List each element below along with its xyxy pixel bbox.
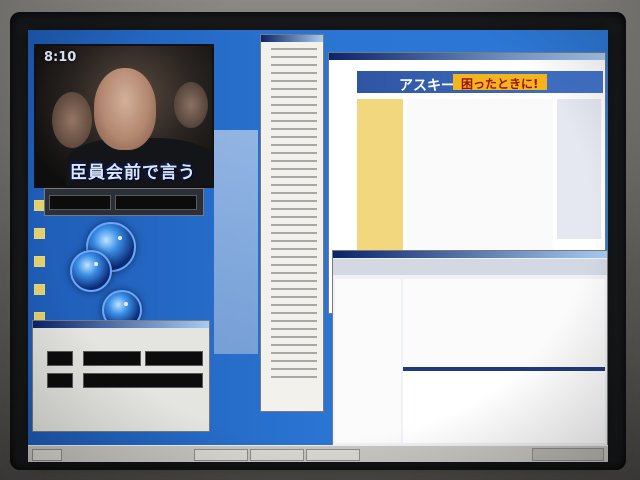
window-title-bar[interactable] [333, 251, 607, 258]
tv-video-window: 8:10 臣員会前で言うのは [34, 44, 214, 188]
audio-player-window[interactable] [44, 188, 204, 216]
faded-window [214, 130, 258, 354]
window-title-bar[interactable] [329, 53, 605, 60]
gauge-needle [124, 302, 128, 306]
gauge-needle [118, 236, 122, 240]
taskbar-item[interactable] [194, 449, 248, 461]
site-brand[interactable]: アスキー [399, 75, 455, 95]
mail-client-window[interactable] [332, 250, 608, 448]
promo-text[interactable]: 困ったときに! [461, 75, 538, 92]
taskbar-item[interactable] [250, 449, 304, 461]
start-button[interactable] [32, 449, 62, 461]
mail-toolbar[interactable] [333, 259, 607, 275]
desktop-icon[interactable] [34, 284, 45, 295]
window-title-bar[interactable] [261, 35, 323, 42]
desktop-icon[interactable] [34, 228, 45, 239]
meter-graph [47, 373, 73, 388]
person-main [94, 68, 156, 150]
gauge-widget[interactable] [70, 250, 112, 292]
system-tray[interactable] [532, 448, 604, 461]
tv-clock: 8:10 [44, 50, 77, 65]
mail-folders[interactable] [335, 279, 401, 443]
person-left [52, 92, 92, 148]
desktop-icon[interactable] [34, 256, 45, 267]
right-column[interactable] [557, 99, 601, 239]
person-right [174, 82, 208, 128]
meter-graph [145, 351, 203, 366]
site-header[interactable]: アスキー 困ったときに! [357, 71, 603, 95]
folder-tree[interactable] [261, 48, 323, 378]
tv-caption: 臣員会前で言うのは [70, 163, 196, 183]
player-display [49, 195, 111, 210]
gauge-needle [94, 262, 98, 266]
meter-graph [83, 373, 203, 388]
taskbar[interactable] [28, 445, 608, 462]
meter-graph [47, 351, 73, 366]
player-spectrum [115, 195, 197, 210]
meter-graph [83, 351, 141, 366]
taskbar-item[interactable] [306, 449, 360, 461]
folder-list-window[interactable] [260, 34, 324, 412]
mail-list[interactable] [403, 279, 605, 367]
monitor-screen: 8:10 臣員会前で言うのは [28, 30, 608, 462]
window-title-bar[interactable] [33, 321, 209, 328]
mail-preview [403, 371, 605, 443]
meter-window[interactable] [32, 320, 210, 432]
